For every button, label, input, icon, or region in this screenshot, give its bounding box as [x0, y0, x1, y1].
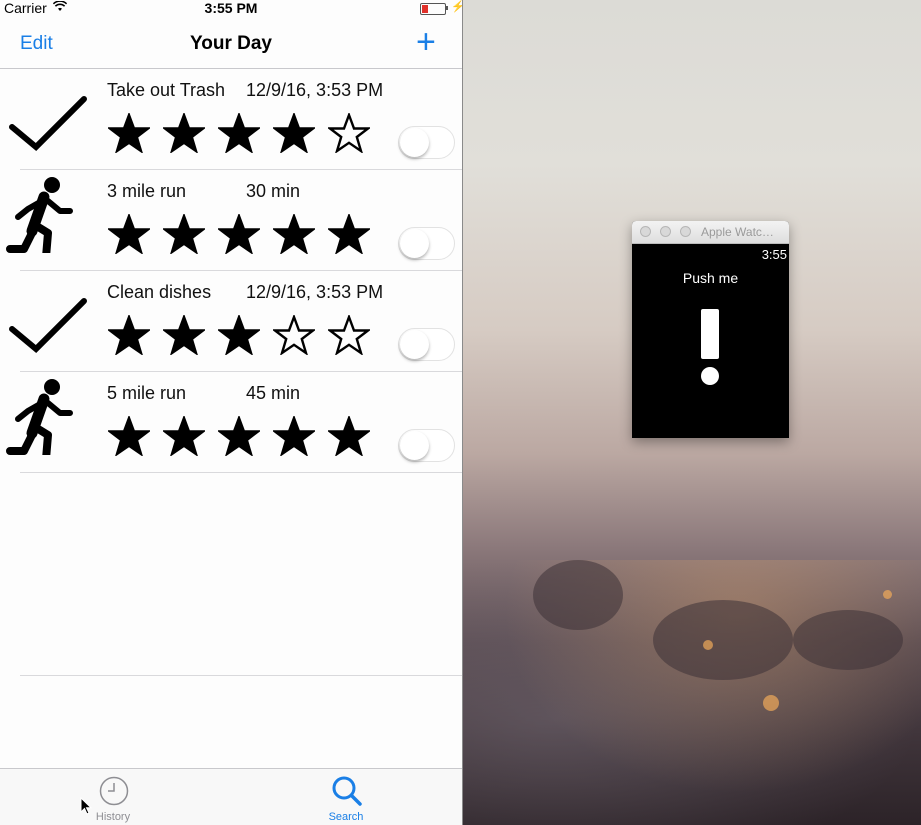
wallpaper-glow — [703, 640, 713, 650]
apple-watch-simulator-window: Apple Watc… 3:55 Push me — [632, 221, 789, 438]
tab-search-label: Search — [328, 811, 364, 823]
star-filled-icon[interactable] — [273, 111, 328, 155]
window-title: Apple Watc… — [701, 225, 774, 239]
checkmark-icon — [6, 87, 90, 167]
star-filled-icon[interactable] — [108, 111, 163, 155]
toggle-knob — [400, 128, 429, 157]
star-filled-icon[interactable] — [218, 414, 273, 458]
minimize-window-button[interactable] — [660, 226, 671, 237]
star-filled-icon[interactable] — [273, 414, 328, 458]
search-icon — [332, 776, 362, 806]
edit-button[interactable]: Edit — [20, 33, 53, 55]
close-window-button[interactable] — [640, 226, 651, 237]
star-empty-icon[interactable] — [328, 111, 383, 155]
push-me-button[interactable]: Push me — [632, 270, 789, 286]
status-bar: Carrier 3:55 PM ⚡ — [0, 0, 462, 18]
star-filled-icon[interactable] — [218, 313, 273, 357]
mouse-cursor-icon — [80, 797, 92, 815]
star-filled-icon[interactable] — [163, 212, 218, 256]
row-title: Clean dishes — [107, 282, 212, 302]
battery-tip — [446, 6, 448, 10]
iphone-simulator: Carrier 3:55 PM ⚡ Edit Your Day + Take o… — [0, 0, 463, 825]
page-title: Your Day — [189, 33, 272, 54]
table-row[interactable]: Take out Trash 12/9/16, 3:53 PM — [0, 69, 462, 170]
star-filled-icon[interactable] — [328, 414, 383, 458]
clock-icon — [99, 776, 129, 806]
row-meta: 30 min — [246, 181, 301, 201]
battery-icon — [420, 3, 446, 15]
checkmark-icon — [6, 289, 90, 369]
star-rating[interactable] — [108, 313, 383, 357]
star-rating[interactable] — [108, 414, 383, 458]
wallpaper-water — [463, 560, 921, 825]
done-toggle[interactable] — [398, 227, 455, 260]
wallpaper-glow — [763, 695, 779, 711]
tab-bar: History Search — [0, 768, 462, 825]
wallpaper-splash — [653, 600, 793, 680]
star-empty-icon[interactable] — [273, 313, 328, 357]
wallpaper-splash — [793, 610, 903, 670]
tab-search[interactable]: Search — [296, 769, 396, 825]
table-row[interactable]: 3 mile run 30 min — [0, 170, 462, 271]
wallpaper-splash — [533, 560, 623, 630]
star-empty-icon[interactable] — [328, 313, 383, 357]
table-row[interactable]: Clean dishes 12/9/16, 3:53 PM — [0, 271, 462, 372]
row-meta: 12/9/16, 3:53 PM — [246, 80, 384, 100]
row-title: 3 mile run — [107, 181, 187, 201]
star-filled-icon[interactable] — [163, 313, 218, 357]
wallpaper-glow — [883, 590, 892, 599]
row-title: Take out Trash — [107, 80, 226, 100]
star-filled-icon[interactable] — [108, 414, 163, 458]
tab-history-label: History — [95, 811, 131, 823]
star-rating[interactable] — [108, 111, 383, 155]
done-toggle[interactable] — [398, 126, 455, 159]
table-row[interactable]: 5 mile run 45 min — [0, 372, 462, 473]
page-indicator — [703, 430, 715, 438]
exclamation-dot — [701, 367, 719, 385]
star-filled-icon[interactable] — [108, 212, 163, 256]
runner-icon — [6, 177, 90, 268]
watch-time: 3:55 — [761, 247, 787, 262]
charging-bolt-icon: ⚡ — [451, 0, 462, 13]
done-toggle[interactable] — [398, 429, 455, 462]
row-meta: 12/9/16, 3:53 PM — [246, 282, 384, 302]
navigation-bar: Edit Your Day + — [0, 18, 462, 69]
runner-icon — [6, 379, 90, 470]
toggle-knob — [400, 229, 429, 258]
zoom-window-button[interactable] — [680, 226, 691, 237]
status-time: 3:55 PM — [204, 0, 258, 16]
table-separator — [20, 675, 462, 676]
star-filled-icon[interactable] — [328, 212, 383, 256]
toggle-knob — [400, 431, 429, 460]
task-table: Take out Trash 12/9/16, 3:53 PM 3 mile r… — [0, 69, 462, 473]
star-rating[interactable] — [108, 212, 383, 256]
window-titlebar[interactable]: Apple Watc… — [632, 221, 789, 244]
star-filled-icon[interactable] — [108, 313, 163, 357]
star-filled-icon[interactable] — [218, 111, 273, 155]
row-separator — [20, 472, 462, 473]
row-title: 5 mile run — [107, 383, 187, 403]
row-meta: 45 min — [246, 383, 301, 403]
star-filled-icon[interactable] — [218, 212, 273, 256]
tab-history[interactable]: History — [63, 769, 163, 825]
toggle-knob — [400, 330, 429, 359]
exclamation-icon — [701, 309, 719, 359]
add-button[interactable]: + — [416, 25, 436, 59]
star-filled-icon[interactable] — [273, 212, 328, 256]
done-toggle[interactable] — [398, 328, 455, 361]
star-filled-icon[interactable] — [163, 111, 218, 155]
star-filled-icon[interactable] — [163, 414, 218, 458]
